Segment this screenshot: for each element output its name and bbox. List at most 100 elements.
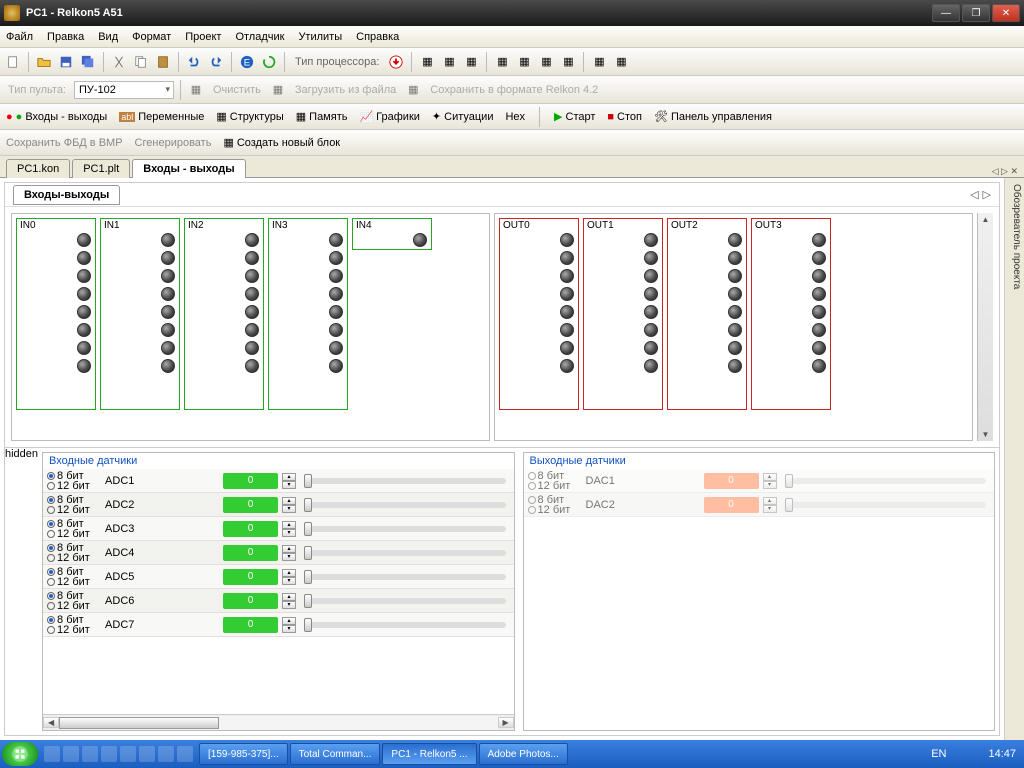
menu-debugger[interactable]: Отладчик xyxy=(235,31,284,43)
value-slider[interactable] xyxy=(304,526,505,532)
subtab-prev[interactable]: ◁ xyxy=(970,188,978,201)
refresh-icon[interactable] xyxy=(260,53,278,71)
bit8-radio[interactable]: 8 бит xyxy=(47,591,95,601)
value-slider[interactable] xyxy=(304,622,505,628)
value-slider[interactable] xyxy=(304,550,505,556)
bit12-radio[interactable]: 12 бит xyxy=(47,481,95,491)
in-block[interactable]: IN0 xyxy=(16,218,96,410)
new-icon[interactable] xyxy=(4,53,22,71)
view-sit[interactable]: ✦ Ситуации xyxy=(432,110,494,123)
start-button[interactable]: ▶ Старт xyxy=(554,110,595,123)
bit8-radio[interactable]: 8 бит xyxy=(47,543,95,553)
maximize-button[interactable]: ❐ xyxy=(962,4,990,22)
value-spinner[interactable]: ▴▾ xyxy=(282,473,296,489)
in-block[interactable]: IN1 xyxy=(100,218,180,410)
tab-kon[interactable]: PC1.kon xyxy=(6,159,70,178)
in-block[interactable]: IN2 xyxy=(184,218,264,410)
ql-icon[interactable] xyxy=(63,746,79,762)
save-icon[interactable] xyxy=(57,53,75,71)
control-panel-button[interactable]: 🛠 Панель управления xyxy=(654,110,772,123)
value-slider[interactable] xyxy=(304,598,505,604)
value-slider[interactable] xyxy=(304,478,505,484)
bit8-radio[interactable]: 8 бит xyxy=(47,567,95,577)
value-spinner[interactable]: ▴▾ xyxy=(282,545,296,561)
in-block[interactable]: IN3 xyxy=(268,218,348,410)
bit8-radio[interactable]: 8 бит xyxy=(47,615,95,625)
ql-icon[interactable] xyxy=(101,746,117,762)
menu-utils[interactable]: Утилиты xyxy=(298,31,342,43)
tab-nav[interactable]: ◁ ▷ ✕ xyxy=(992,166,1018,177)
menu-view[interactable]: Вид xyxy=(98,31,118,43)
bit8-radio[interactable]: 8 бит xyxy=(47,495,95,505)
clock[interactable]: 14:47 xyxy=(988,748,1016,760)
value-slider[interactable] xyxy=(304,502,505,508)
adc-hscroll[interactable]: ◀▶ xyxy=(43,714,513,730)
value-spinner[interactable]: ▴▾ xyxy=(282,497,296,513)
bit12-radio[interactable]: 12 бит xyxy=(47,553,95,563)
out-block[interactable]: OUT3 xyxy=(751,218,831,410)
view-charts[interactable]: 📈 Графики xyxy=(359,110,419,123)
tab-io[interactable]: Входы - выходы xyxy=(132,159,245,178)
out-block[interactable]: OUT0 xyxy=(499,218,579,410)
paste-icon[interactable] xyxy=(154,53,172,71)
view-hex[interactable]: Hex xyxy=(505,111,525,123)
bit12-radio[interactable]: 12 бит xyxy=(47,577,95,587)
tool7-icon[interactable]: ▦ xyxy=(559,53,577,71)
bit12-radio[interactable]: 12 бит xyxy=(47,601,95,611)
view-vars[interactable]: abl Переменные xyxy=(119,111,204,123)
close-button[interactable]: ✕ xyxy=(992,4,1020,22)
taskbar-item[interactable]: Adobe Photos... xyxy=(479,743,568,765)
tool5-icon[interactable]: ▦ xyxy=(515,53,533,71)
cut-icon[interactable] xyxy=(110,53,128,71)
tab-plt[interactable]: PC1.plt xyxy=(72,159,130,178)
in-block[interactable]: IN4 xyxy=(352,218,432,250)
subtab-io[interactable]: Входы-выходы xyxy=(13,185,120,205)
value-spinner[interactable]: ▴▾ xyxy=(282,593,296,609)
view-mem[interactable]: ▦ Память xyxy=(296,110,348,123)
taskbar-item[interactable]: PC1 - Relkon5 ... xyxy=(382,743,476,765)
tool1-icon[interactable]: ▦ xyxy=(418,53,436,71)
e-icon[interactable]: E xyxy=(238,53,256,71)
menu-project[interactable]: Проект xyxy=(185,31,221,43)
ql-icon[interactable] xyxy=(44,746,60,762)
io-scrollbar[interactable]: ▲▼ xyxy=(977,213,993,441)
download-icon[interactable] xyxy=(387,53,405,71)
tool3-icon[interactable]: ▦ xyxy=(462,53,480,71)
menu-help[interactable]: Справка xyxy=(356,31,399,43)
ql-icon[interactable] xyxy=(158,746,174,762)
redo-icon[interactable] xyxy=(207,53,225,71)
value-spinner[interactable]: ▴▾ xyxy=(282,521,296,537)
project-explorer-tab[interactable]: Обозреватель проекта xyxy=(1004,178,1024,740)
bit12-radio[interactable]: 12 бит xyxy=(47,505,95,515)
tool8-icon[interactable]: ▦ xyxy=(590,53,608,71)
ql-icon[interactable] xyxy=(82,746,98,762)
tool9-icon[interactable]: ▦ xyxy=(612,53,630,71)
bit8-radio[interactable]: 8 бит xyxy=(47,471,95,481)
tool6-icon[interactable]: ▦ xyxy=(537,53,555,71)
view-io[interactable]: ●● Входы - выходы xyxy=(6,111,107,123)
menu-edit[interactable]: Правка xyxy=(47,31,84,43)
ql-icon[interactable] xyxy=(139,746,155,762)
tool4-icon[interactable]: ▦ xyxy=(493,53,511,71)
bit8-radio[interactable]: 8 бит xyxy=(47,519,95,529)
saveall-icon[interactable] xyxy=(79,53,97,71)
value-slider[interactable] xyxy=(304,574,505,580)
open-icon[interactable] xyxy=(35,53,53,71)
menu-format[interactable]: Формат xyxy=(132,31,171,43)
console-combo[interactable]: ПУ-102 xyxy=(74,81,174,99)
tool2-icon[interactable]: ▦ xyxy=(440,53,458,71)
lang-indicator[interactable]: EN xyxy=(931,748,946,760)
copy-icon[interactable] xyxy=(132,53,150,71)
ql-icon[interactable] xyxy=(177,746,193,762)
menu-file[interactable]: Файл xyxy=(6,31,33,43)
undo-icon[interactable] xyxy=(185,53,203,71)
taskbar-item[interactable]: Total Comman... xyxy=(290,743,381,765)
taskbar-item[interactable]: [159-985-375]... xyxy=(199,743,288,765)
value-spinner[interactable]: ▴▾ xyxy=(282,617,296,633)
view-structs[interactable]: ▦ Структуры xyxy=(216,110,283,123)
out-block[interactable]: OUT1 xyxy=(583,218,663,410)
out-block[interactable]: OUT2 xyxy=(667,218,747,410)
new-block-button[interactable]: ▦ Создать новый блок xyxy=(223,136,340,149)
value-spinner[interactable]: ▴▾ xyxy=(282,569,296,585)
start-button[interactable] xyxy=(2,742,38,766)
